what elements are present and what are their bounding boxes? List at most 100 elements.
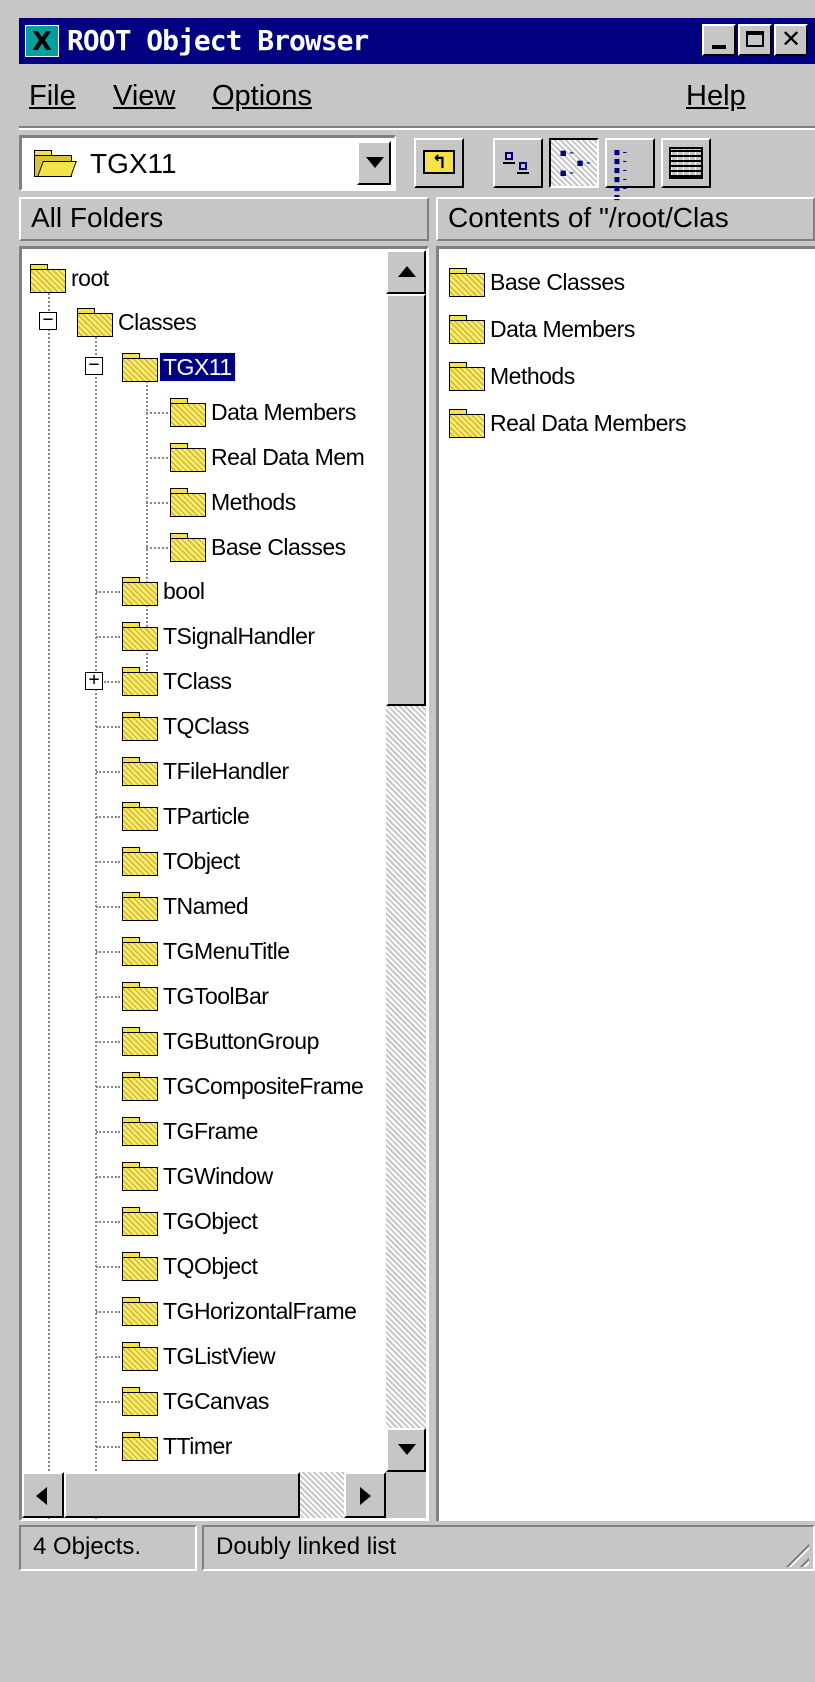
chevron-down-icon xyxy=(366,157,384,168)
tree-item[interactable]: Data Members xyxy=(170,391,359,433)
resize-grip-icon[interactable] xyxy=(779,1537,809,1567)
folder-icon xyxy=(122,1072,158,1101)
content-item[interactable]: Real Data Members xyxy=(449,402,689,444)
up-folder-button[interactable]: ↰ xyxy=(414,138,464,188)
status-info: Doubly linked list xyxy=(202,1525,815,1571)
tree-item[interactable]: TNamed xyxy=(122,885,251,927)
large-icons-button[interactable] xyxy=(493,138,543,188)
tree-item[interactable]: TGCanvas xyxy=(122,1380,272,1422)
close-button[interactable]: ✕ xyxy=(774,24,808,56)
tree-item[interactable]: TGWindow xyxy=(122,1155,276,1197)
tree-item[interactable]: TTimer xyxy=(122,1425,235,1467)
tree-item-label: TGWindow xyxy=(163,1163,273,1189)
scroll-right-button[interactable] xyxy=(344,1472,386,1518)
browser-window: X ROOT Object Browser ✕ File View Option… xyxy=(0,0,815,1682)
scroll-left-button[interactable] xyxy=(22,1472,64,1518)
tree-item[interactable]: TQObject xyxy=(122,1245,260,1287)
tree-item[interactable]: TFileHandler xyxy=(122,750,292,792)
contents-list[interactable]: Base Classes Data Members Methods Real Data… xyxy=(436,246,815,1521)
content-item[interactable]: Methods xyxy=(449,355,578,397)
tree-item[interactable]: TObject xyxy=(122,840,243,882)
tree-item-label: Methods xyxy=(211,489,296,515)
menu-bar: File View Options Help xyxy=(19,72,815,124)
tree-item[interactable]: Real Data Mem xyxy=(170,436,367,478)
tree-item[interactable]: TGFrame xyxy=(122,1110,261,1152)
open-folder-icon xyxy=(122,353,158,382)
tree-connector xyxy=(96,1446,120,1448)
tree-item[interactable]: TGMenuTitle xyxy=(122,930,293,972)
expand-icon[interactable]: + xyxy=(85,671,103,690)
tree-item[interactable]: TSignalHandler xyxy=(122,615,318,657)
tree-horizontal-scrollbar[interactable] xyxy=(22,1472,386,1518)
scroll-up-button[interactable] xyxy=(386,250,426,294)
tree-item-label: root xyxy=(71,265,109,291)
tree-connector xyxy=(95,333,97,1519)
tree-vertical-scrollbar[interactable] xyxy=(386,250,426,1472)
hscroll-thumb[interactable] xyxy=(64,1472,300,1518)
tree-item[interactable]: bool xyxy=(122,570,207,612)
tree-item[interactable]: TParticle xyxy=(122,795,252,837)
folder-icon xyxy=(170,398,206,427)
folder-icon xyxy=(122,1342,158,1371)
tree-connector xyxy=(96,771,120,773)
tree-connector xyxy=(146,502,168,504)
collapse-icon[interactable]: − xyxy=(39,311,57,330)
details-view-button[interactable] xyxy=(661,138,711,188)
menu-options[interactable]: Options xyxy=(212,80,312,113)
tree-item-label: TTimer xyxy=(163,1433,232,1459)
tree-item-label: TObject xyxy=(163,848,240,874)
tree-item[interactable]: TGButtonGroup xyxy=(122,1020,322,1062)
title-bar[interactable]: X ROOT Object Browser ✕ xyxy=(19,18,815,64)
all-folders-header: All Folders xyxy=(19,197,429,241)
tree-item[interactable]: Base Classes xyxy=(170,526,349,568)
folder-icon xyxy=(122,1207,158,1236)
arrow-right-icon xyxy=(360,1487,371,1505)
tree-connector xyxy=(48,289,50,1519)
content-item[interactable]: Data Members xyxy=(449,308,638,350)
tree-item-label: Real Data Mem xyxy=(211,444,365,470)
tree-connector xyxy=(146,412,168,414)
menu-help[interactable]: Help xyxy=(686,80,746,113)
tree-item-root[interactable]: root xyxy=(30,257,112,299)
tree-connector xyxy=(96,861,120,863)
tree-item-label: TQClass xyxy=(163,713,249,739)
minimize-button[interactable] xyxy=(702,24,736,56)
large-icons-icon xyxy=(503,148,533,178)
tree-item-label-selected: TGX11 xyxy=(159,352,236,382)
tree-connector xyxy=(96,636,120,638)
tree-item-tgx11[interactable]: TGX11 xyxy=(122,346,236,388)
tree-item-label: TClass xyxy=(163,668,232,694)
tree-item-label: TGCanvas xyxy=(163,1388,269,1414)
tree-item[interactable]: TQClass xyxy=(122,705,252,747)
maximize-button[interactable] xyxy=(738,24,772,56)
scroll-down-button[interactable] xyxy=(386,1428,426,1472)
menu-file[interactable]: File xyxy=(29,80,76,113)
tree-item[interactable]: Methods xyxy=(170,481,299,523)
tree-item[interactable]: TGListView xyxy=(122,1335,278,1377)
tree-connector xyxy=(104,681,120,683)
menu-options-label: Options xyxy=(212,80,312,112)
tree-item[interactable]: TGToolBar xyxy=(122,975,271,1017)
tree-item-classes[interactable]: Classes xyxy=(77,301,199,343)
up-folder-icon: ↰ xyxy=(423,150,455,174)
small-icons-button[interactable]: ▪- ▪- ▪- xyxy=(549,138,599,188)
tree-connector xyxy=(96,1221,120,1223)
tree-item[interactable]: TGHorizontalFrame xyxy=(122,1290,359,1332)
tree-item[interactable]: TClass xyxy=(122,660,235,702)
content-item[interactable]: Base Classes xyxy=(449,261,628,303)
folder-icon xyxy=(122,1117,158,1146)
scroll-thumb[interactable] xyxy=(386,294,426,706)
status-count: 4 Objects. xyxy=(19,1525,197,1571)
arrow-up-icon xyxy=(398,266,416,277)
collapse-icon[interactable]: − xyxy=(85,356,103,375)
tree-item[interactable]: TGCompositeFrame xyxy=(122,1065,366,1107)
location-combo[interactable]: TGX11 xyxy=(19,135,396,191)
tree-connector xyxy=(96,591,120,593)
tree-connector xyxy=(96,816,120,818)
tree-connector xyxy=(96,1266,120,1268)
menu-view[interactable]: View xyxy=(113,80,175,113)
folder-tree[interactable]: root − Classes − TGX11 Data Members Real … xyxy=(19,246,429,1521)
tree-item[interactable]: TGObject xyxy=(122,1200,260,1242)
combo-dropdown-button[interactable] xyxy=(357,141,391,185)
list-view-button[interactable]: ▪- ▪- ▪- ▪- ▪- ▪- xyxy=(605,138,655,204)
